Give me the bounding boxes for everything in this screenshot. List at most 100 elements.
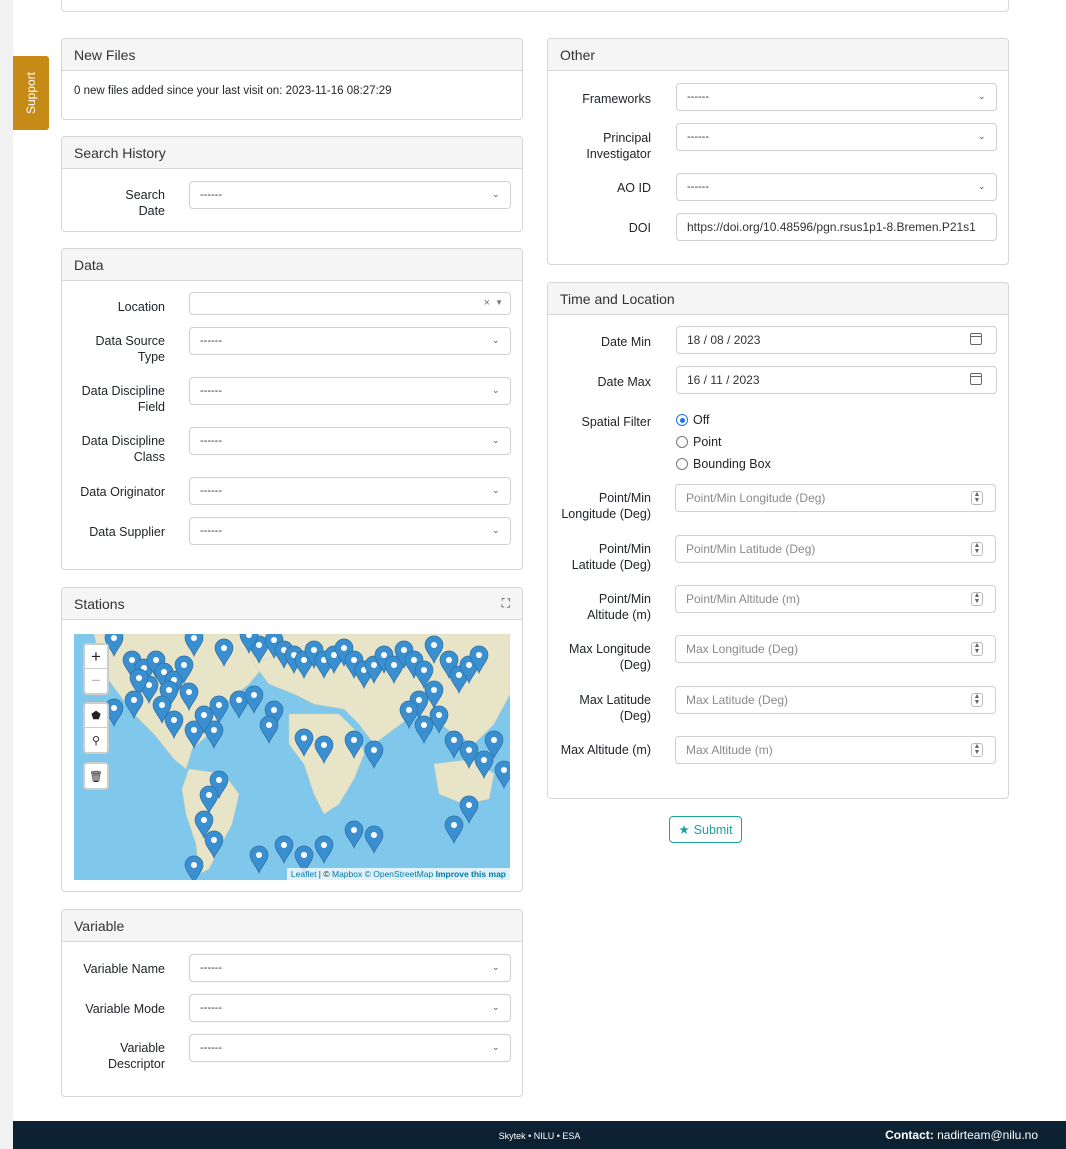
data-card: Data Location × ▼ Data Source Type -----… xyxy=(61,248,523,570)
footer-contact: Contact: nadirteam@nilu.no xyxy=(885,1128,1038,1142)
station-marker-dot xyxy=(201,712,207,718)
number-spinner-icon[interactable]: ▲ ▼ xyxy=(971,542,983,556)
chevron-down-icon: ⌄ xyxy=(492,1002,500,1012)
coordinate-field-input[interactable]: Point/Min Altitude (m) ▲ ▼ xyxy=(675,585,996,613)
fullscreen-icon[interactable]: ⛶ xyxy=(502,596,510,611)
doi-value: https://doi.org/10.48596/pgn.rsus1p1-8.B… xyxy=(687,220,976,234)
number-spinner-icon[interactable]: ▲ ▼ xyxy=(971,491,983,505)
contact-email[interactable]: nadirteam@nilu.no xyxy=(937,1128,1038,1142)
station-marker-dot xyxy=(381,652,387,658)
clear-icon[interactable]: × xyxy=(484,297,490,309)
location-select[interactable]: × ▼ xyxy=(189,292,511,315)
search-date-select[interactable]: ------ ⌄ xyxy=(189,181,511,209)
improve-map-link[interactable]: Improve this map xyxy=(436,869,506,879)
data-discipline-field-select[interactable]: ------ ⌄ xyxy=(189,377,511,405)
draw-polygon-icon[interactable]: ⬟ xyxy=(85,704,107,728)
number-spinner-icon[interactable]: ▲ ▼ xyxy=(971,693,983,707)
station-marker-dot xyxy=(216,777,222,783)
delete-toolbar: 🗑 xyxy=(83,762,109,790)
spatial-option-point[interactable]: Point xyxy=(676,435,722,449)
station-marker-icon[interactable] xyxy=(314,835,334,865)
trash-icon[interactable]: 🗑 xyxy=(85,764,107,788)
location-label: Location xyxy=(117,300,165,314)
zoom-out-button[interactable]: − xyxy=(85,669,107,693)
mapbox-link[interactable]: Mapbox xyxy=(332,869,362,879)
principal-investigator-select[interactable]: ------ ⌄ xyxy=(676,123,997,151)
station-marker-icon[interactable] xyxy=(494,760,510,790)
coordinate-field-input[interactable]: Max Latitude (Deg) ▲ ▼ xyxy=(675,686,996,714)
data-discipline-class-select[interactable]: ------ ⌄ xyxy=(189,427,511,455)
calendar-icon[interactable] xyxy=(970,333,982,345)
coordinate-field-label: Max Latitude (Deg) xyxy=(579,693,651,723)
search-date-value: ------ xyxy=(200,189,222,201)
support-tab[interactable]: Support xyxy=(13,56,49,130)
station-marker-icon[interactable] xyxy=(244,685,264,715)
caret-down-icon: ▼ xyxy=(495,298,503,307)
frameworks-value: ------ xyxy=(687,91,709,103)
coordinate-field-input[interactable]: Point/Min Latitude (Deg) ▲ ▼ xyxy=(675,535,996,563)
osm-link[interactable]: © OpenStreetMap xyxy=(362,869,435,879)
station-marker-icon[interactable] xyxy=(249,845,269,875)
spatial-option-off[interactable]: Off xyxy=(676,413,709,427)
station-marker-dot xyxy=(251,692,257,698)
coordinate-field-input[interactable]: Point/Min Longitude (Deg) ▲ ▼ xyxy=(675,484,996,512)
left-gutter xyxy=(0,0,13,1149)
chevron-down-icon: ⌄ xyxy=(492,525,500,535)
draw-marker-icon[interactable]: ⚲ xyxy=(85,728,107,752)
spatial-option-bounding-box[interactable]: Bounding Box xyxy=(676,457,771,471)
station-marker-dot xyxy=(411,657,417,663)
station-marker-icon[interactable] xyxy=(414,715,434,745)
date-min-value: 18 / 08 / 2023 xyxy=(687,333,761,347)
station-marker-icon[interactable] xyxy=(429,705,449,735)
stations-map[interactable]: + − ⬟ ⚲ 🗑 Leaflet | © Mapbox © OpenStree… xyxy=(74,634,510,880)
station-marker-icon[interactable] xyxy=(344,820,364,850)
data-discipline-field-value: ------ xyxy=(200,385,222,397)
ao-id-select[interactable]: ------ ⌄ xyxy=(676,173,997,201)
radio-off-icon[interactable] xyxy=(676,414,688,426)
frameworks-select[interactable]: ------ ⌄ xyxy=(676,83,997,111)
coordinate-field-label: Max Longitude (Deg) xyxy=(568,642,651,672)
coordinate-field-input[interactable]: Max Altitude (m) ▲ ▼ xyxy=(675,736,996,764)
station-marker-icon[interactable] xyxy=(364,740,384,770)
leaflet-link[interactable]: Leaflet xyxy=(291,869,317,879)
variable-name-select[interactable]: ------ ⌄ xyxy=(189,954,511,982)
station-marker-icon[interactable] xyxy=(444,815,464,845)
doi-input[interactable]: https://doi.org/10.48596/pgn.rsus1p1-8.B… xyxy=(676,213,997,241)
coordinate-field-placeholder: Point/Min Longitude (Deg) xyxy=(686,491,826,505)
data-title: Data xyxy=(74,256,104,273)
station-marker-dot xyxy=(341,645,347,651)
world-map[interactable] xyxy=(74,634,510,880)
station-marker-icon[interactable] xyxy=(444,730,464,760)
coordinate-field-label: Point/Min Altitude (m) xyxy=(587,592,651,622)
radio-bbox-icon[interactable] xyxy=(676,458,688,470)
number-spinner-icon[interactable]: ▲ ▼ xyxy=(971,592,983,606)
station-marker-dot xyxy=(351,737,357,743)
station-marker-dot xyxy=(466,747,472,753)
station-marker-icon[interactable] xyxy=(274,835,294,865)
data-supplier-select[interactable]: ------ ⌄ xyxy=(189,517,511,545)
africa-land xyxy=(288,713,365,815)
radio-point-icon[interactable] xyxy=(676,436,688,448)
number-spinner-icon[interactable]: ▲ ▼ xyxy=(971,743,983,757)
calendar-icon[interactable] xyxy=(970,373,982,385)
station-marker-icon[interactable] xyxy=(459,795,479,825)
date-max-input[interactable]: 16 / 11 / 2023 xyxy=(676,366,997,394)
variable-descriptor-label: Variable Descriptor xyxy=(108,1041,165,1071)
number-spinner-icon[interactable]: ▲ ▼ xyxy=(971,642,983,656)
coordinate-field-input[interactable]: Max Longitude (Deg) ▲ ▼ xyxy=(675,635,996,663)
date-min-input[interactable]: 18 / 08 / 2023 xyxy=(676,326,997,354)
station-marker-dot xyxy=(191,862,197,868)
coordinate-field-label: Max Altitude (m) xyxy=(560,743,651,757)
chevron-down-icon: ⌄ xyxy=(492,435,500,445)
station-marker-dot xyxy=(301,852,307,858)
submit-button[interactable]: ★ Submit xyxy=(669,816,742,843)
variable-mode-select[interactable]: ------ ⌄ xyxy=(189,994,511,1022)
variable-descriptor-select[interactable]: ------ ⌄ xyxy=(189,1034,511,1062)
data-originator-select[interactable]: ------ ⌄ xyxy=(189,477,511,505)
station-marker-dot xyxy=(431,642,437,648)
spatial-filter-label: Spatial Filter xyxy=(581,415,651,429)
station-marker-icon[interactable] xyxy=(259,715,279,745)
station-marker-icon[interactable] xyxy=(364,825,384,855)
data-source-type-select[interactable]: ------ ⌄ xyxy=(189,327,511,355)
zoom-in-button[interactable]: + xyxy=(85,645,107,669)
